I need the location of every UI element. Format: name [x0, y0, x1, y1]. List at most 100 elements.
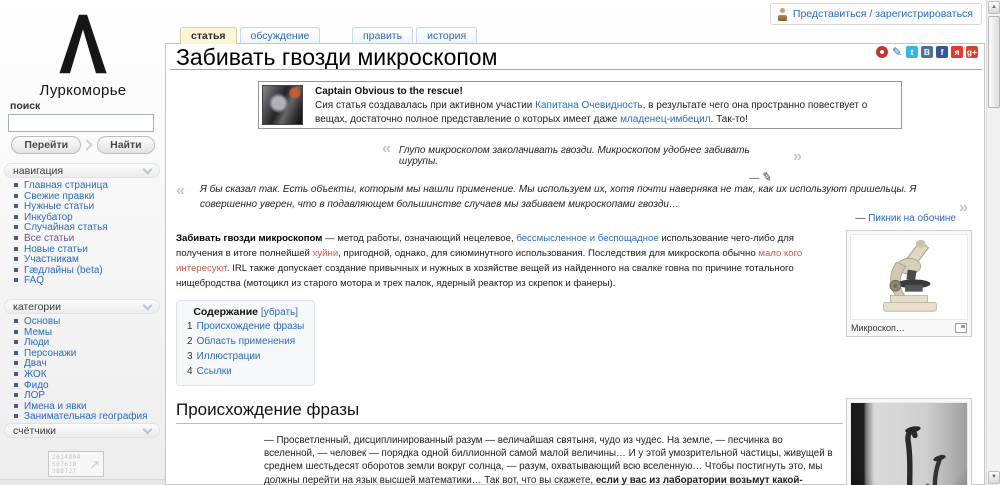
- logo-wordmark[interactable]: Луркоморье: [0, 82, 166, 99]
- toc-link[interactable]: Иллюстрации: [197, 351, 261, 362]
- close-guillemet-icon: »: [793, 151, 802, 163]
- bullet-icon: [14, 194, 18, 198]
- sidebar-item-main-page[interactable]: Главная страница: [14, 181, 164, 192]
- quote-text: Глупо микроскопом заколачивать гвозди. М…: [399, 145, 787, 167]
- search-input[interactable]: [8, 114, 154, 132]
- scroll-down-icon[interactable]: ▼: [988, 471, 1000, 484]
- chevron-down-icon: [143, 301, 153, 311]
- toc-link[interactable]: Область применения: [197, 336, 296, 347]
- attribution-dash: —: [855, 213, 868, 224]
- notice-body-text: Сия статья создавалась при активном учас…: [315, 100, 535, 111]
- googleplus-share-icon[interactable]: g+: [966, 46, 978, 58]
- open-guillemet-icon: «: [382, 143, 391, 155]
- share-toolbar: ✎ t В f я g+: [876, 46, 978, 58]
- bullet-icon: [14, 278, 18, 282]
- namespace-tabs: статья обсуждение: [180, 27, 323, 44]
- table-of-contents: Содержание [убрать] 1Происхождение фразы…: [176, 300, 315, 386]
- category-link[interactable]: Занимательная география: [24, 412, 148, 423]
- captain-obvious-link[interactable]: Капитана Очевидность: [535, 100, 642, 111]
- counters-section-header[interactable]: счётчики: [4, 423, 160, 438]
- edit-share-icon[interactable]: ✎: [891, 46, 903, 58]
- facebook-share-icon[interactable]: f: [936, 46, 948, 58]
- tab-edit[interactable]: править: [352, 27, 413, 43]
- bullet-icon: [14, 340, 18, 344]
- bullet-icon: [14, 414, 18, 418]
- counter-line: 507618: [52, 461, 81, 468]
- user-bust-icon: [777, 8, 788, 21]
- bullet-icon: [14, 404, 18, 408]
- chevron-down-icon: [143, 165, 153, 175]
- lurkmore-logo-icon[interactable]: [57, 10, 109, 78]
- toc-item-illustrations[interactable]: 3Иллюстрации: [187, 350, 304, 363]
- lead-text: , пригодной, однако, для сиюминутного ис…: [338, 248, 758, 259]
- tab-article[interactable]: статья: [180, 27, 237, 44]
- toc-hide-toggle[interactable]: [убрать]: [261, 307, 298, 318]
- sidebar: Луркоморье поиск Перейти Найти навигация…: [0, 0, 166, 485]
- category-link[interactable]: Основы: [24, 317, 60, 328]
- captain-obvious-notice: Captain Obvious to the rescue! Сия стать…: [258, 81, 902, 129]
- login-box[interactable]: Представиться / зарегистрироваться: [770, 3, 982, 25]
- bullet-icon: [14, 215, 18, 219]
- search-buttons: Перейти Найти: [0, 136, 166, 154]
- counter-line: 2614804: [52, 454, 81, 461]
- twitter-share-icon[interactable]: t: [906, 46, 918, 58]
- bullet-icon: [14, 183, 18, 187]
- go-button[interactable]: Перейти: [11, 136, 81, 154]
- page-title: Забивать гвозди микроскопом: [176, 44, 497, 71]
- sidebar-item-faq[interactable]: FAQ: [14, 276, 164, 287]
- login-link[interactable]: Представиться / зарегистрироваться: [793, 8, 973, 20]
- bullet-icon: [14, 330, 18, 334]
- yaru-share-icon[interactable]: я: [951, 46, 963, 58]
- sidebar-item-all-articles[interactable]: Все статьи: [14, 234, 164, 245]
- search-label: поиск: [10, 100, 40, 112]
- toc-item-scope[interactable]: 2Область применения: [187, 335, 304, 348]
- huyni-redlink[interactable]: хуйни: [313, 248, 339, 259]
- find-button[interactable]: Найти: [97, 136, 154, 154]
- nails-thumbnail[interactable]: [846, 398, 972, 485]
- toc-item-origin[interactable]: 1Происхождение фразы: [187, 320, 304, 333]
- bullet-icon: [14, 372, 18, 376]
- category-item-basics[interactable]: Основы: [14, 317, 164, 328]
- counter-values: 2614804 507618 388727: [52, 454, 81, 475]
- notice-body-text: . Так-то!: [711, 114, 748, 125]
- senseless-merciless-link[interactable]: бессмысленное и беспощадное: [516, 233, 658, 244]
- sidebar-link[interactable]: FAQ: [24, 276, 44, 287]
- captain-obvious-image[interactable]: [262, 85, 303, 125]
- article-body: « Я бы сказал так. Есть объекты, которым…: [166, 183, 984, 485]
- bullet-icon: [14, 247, 18, 251]
- tab-history[interactable]: история: [416, 27, 477, 43]
- toc-link[interactable]: Ссылки: [197, 366, 232, 377]
- category-item-zhok[interactable]: ЖОК: [14, 370, 164, 381]
- toc-title: Содержание [убрать]: [187, 306, 304, 318]
- bullet-icon: [14, 361, 18, 365]
- article-term: Забивать гвозди микроскопом: [176, 233, 322, 244]
- vkontakte-share-icon[interactable]: В: [921, 46, 933, 58]
- nav-section-header[interactable]: навигация: [4, 163, 160, 178]
- categories-list: Основы Мемы Люди Персонажи Двач ЖОК Фидо…: [14, 317, 164, 423]
- sidebar-link[interactable]: Все статьи: [24, 234, 74, 245]
- thumbnail-caption: Микроскоп…: [851, 323, 905, 333]
- toc-heading: Содержание: [193, 306, 258, 318]
- toc-link[interactable]: Происхождение фразы: [197, 321, 305, 332]
- lurkmore-share-icon[interactable]: [876, 46, 888, 58]
- vertical-scrollbar[interactable]: ▲ ▼: [986, 0, 1000, 485]
- scroll-up-icon[interactable]: ▲: [988, 1, 1000, 14]
- imbecile-link[interactable]: младенец-имбецил: [620, 114, 710, 125]
- bullet-icon: [14, 351, 18, 355]
- tab-discussion[interactable]: обсуждение: [240, 27, 321, 43]
- bent-nails-image[interactable]: [850, 402, 968, 485]
- scrollbar-thumb[interactable]: [988, 16, 1000, 108]
- sidebar-link[interactable]: Главная страница: [24, 181, 108, 192]
- lead-text: — метод работы, означающий нецелевое,: [322, 233, 516, 244]
- category-item-geography[interactable]: Занимательная география: [14, 412, 164, 423]
- enlarge-icon[interactable]: [955, 323, 967, 333]
- categories-section-header[interactable]: категории: [4, 299, 160, 314]
- roadside-picnic-link[interactable]: Пикник на обочине: [868, 213, 956, 224]
- bullet-icon: [14, 268, 18, 272]
- microscope-thumbnail[interactable]: Микроскоп…: [846, 230, 972, 337]
- action-tabs: править история: [352, 27, 480, 44]
- visit-counter-widget[interactable]: 2614804 507618 388727 ↗: [48, 451, 104, 477]
- toc-item-links[interactable]: 4Ссылки: [187, 365, 304, 378]
- category-link[interactable]: ЖОК: [24, 370, 47, 381]
- microscope-image[interactable]: [850, 234, 968, 320]
